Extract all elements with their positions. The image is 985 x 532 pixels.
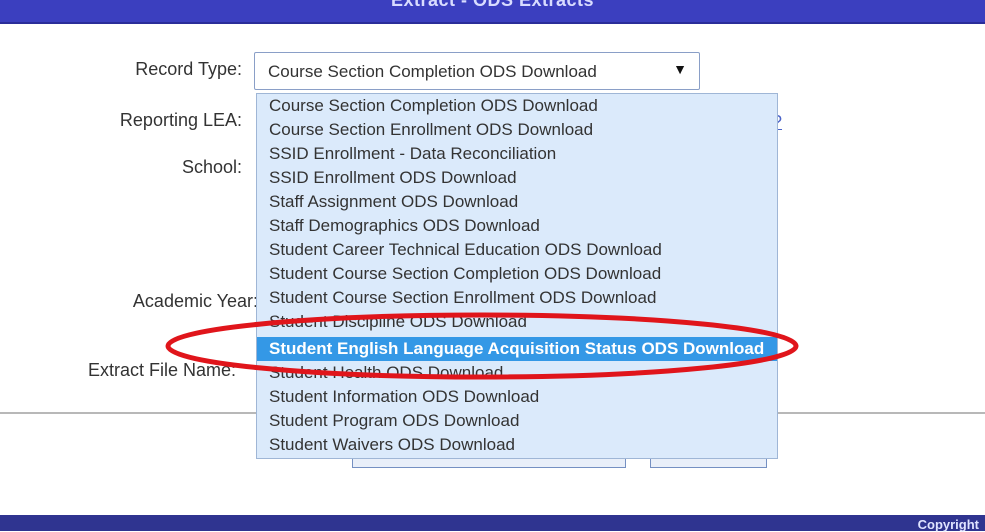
- dropdown-arrow-icon[interactable]: ▼: [673, 61, 687, 77]
- dropdown-option[interactable]: Staff Demographics ODS Download: [257, 214, 777, 238]
- dropdown-option[interactable]: SSID Enrollment - Data Reconciliation: [257, 142, 777, 166]
- cancel-button[interactable]: [650, 458, 767, 468]
- dropdown-option[interactable]: Student Information ODS Download: [257, 385, 777, 409]
- record-type-dropdown-list[interactable]: Course Section Completion ODS Download C…: [256, 93, 778, 459]
- dropdown-option[interactable]: Student Course Section Completion ODS Do…: [257, 262, 777, 286]
- school-label: School:: [181, 157, 242, 177]
- dropdown-option[interactable]: SSID Enrollment ODS Download: [257, 166, 777, 190]
- reporting-lea-label: Reporting LEA:: [119, 110, 242, 130]
- record-type-select[interactable]: Course Section Completion ODS Download ▼: [254, 52, 700, 90]
- page-title: Extract - ODS Extracts: [390, 0, 595, 10]
- dropdown-option[interactable]: Course Section Completion ODS Download: [257, 94, 777, 118]
- record-type-label: Record Type:: [135, 59, 242, 79]
- dropdown-option[interactable]: Staff Assignment ODS Download: [257, 190, 777, 214]
- dropdown-option[interactable]: Student Course Section Enrollment ODS Do…: [257, 286, 777, 310]
- dropdown-option-highlighted[interactable]: Student English Language Acquisition Sta…: [257, 337, 777, 361]
- extract-file-name-label: Extract File Name:: [87, 360, 236, 380]
- dropdown-option[interactable]: Student Health ODS Download: [257, 361, 777, 385]
- footer-bar: Copyright: [0, 515, 985, 532]
- header-bar: Extract - ODS Extracts: [0, 0, 985, 24]
- dropdown-option[interactable]: Student Career Technical Education ODS D…: [257, 238, 777, 262]
- submit-button[interactable]: [352, 458, 626, 468]
- record-type-selected-value: Course Section Completion ODS Download: [268, 62, 597, 81]
- dropdown-option[interactable]: Student Waivers ODS Download: [257, 433, 777, 457]
- dropdown-option[interactable]: Course Section Enrollment ODS Download: [257, 118, 777, 142]
- dropdown-option[interactable]: Student Discipline ODS Download: [257, 310, 777, 334]
- academic-year-label: Academic Year:: [132, 291, 258, 311]
- copyright-text: Copyright: [917, 517, 979, 532]
- dropdown-option[interactable]: Student Program ODS Download: [257, 409, 777, 433]
